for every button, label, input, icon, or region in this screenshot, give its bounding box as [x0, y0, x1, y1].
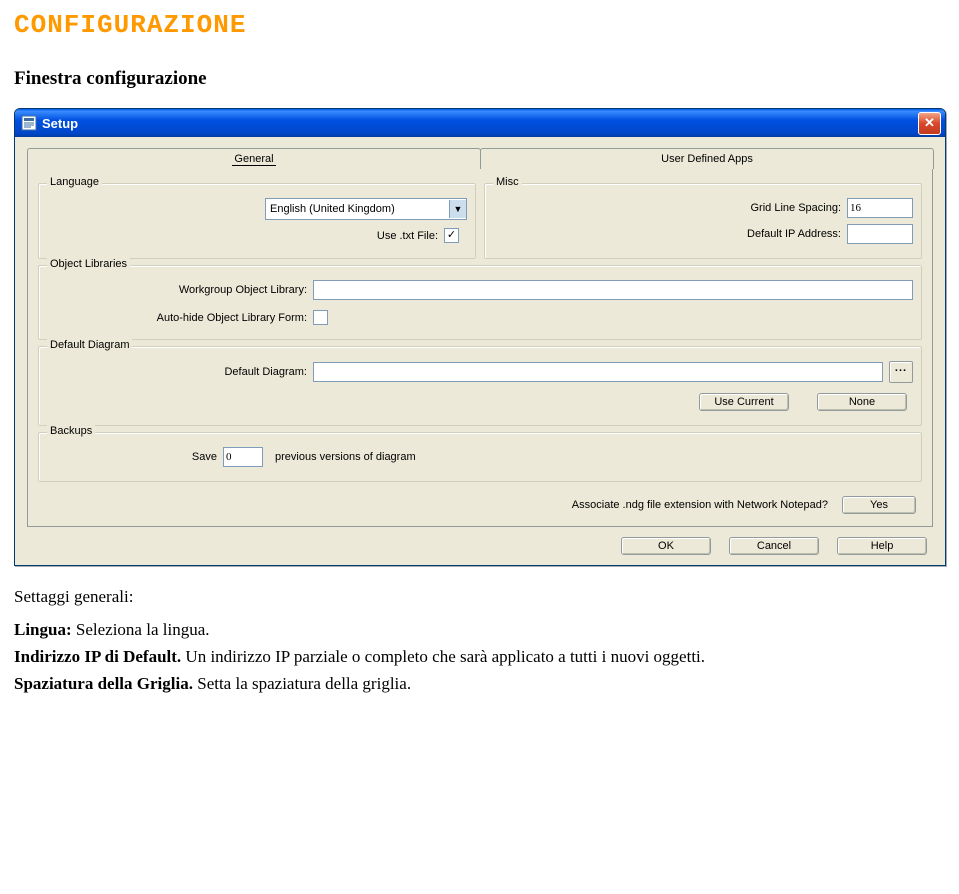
help-button[interactable]: Help [837, 537, 927, 555]
desc-line: Indirizzo IP di Default. Un indirizzo IP… [14, 646, 945, 669]
save-label: Save [47, 451, 223, 463]
close-icon[interactable]: ✕ [918, 112, 941, 135]
autohide-checkbox[interactable] [313, 310, 328, 325]
group-backups-label: Backups [47, 425, 95, 437]
group-object-libraries: Object Libraries Workgroup Object Librar… [38, 265, 922, 340]
language-dropdown[interactable]: English (United Kingdom) ▼ [265, 198, 467, 220]
tab-uda-label: User Defined Apps [661, 153, 753, 165]
yes-button[interactable]: Yes [842, 496, 916, 514]
workgroup-lib-label: Workgroup Object Library: [47, 284, 313, 296]
workgroup-lib-input[interactable] [313, 280, 913, 300]
grid-spacing-label: Grid Line Spacing: [493, 202, 847, 214]
autohide-label: Auto-hide Object Library Form: [47, 312, 313, 324]
desc-line: Spaziatura della Griglia. Setta la spazi… [14, 673, 945, 696]
none-button[interactable]: None [817, 393, 907, 411]
default-diagram-label: Default Diagram: [47, 366, 313, 378]
browse-button[interactable]: ... [889, 361, 913, 383]
tab-general[interactable]: General [27, 148, 481, 169]
group-backups: Backups Save previous versions of diagra… [38, 432, 922, 482]
page-title: CONFIGURAZIONE [14, 10, 945, 40]
use-txt-checkbox[interactable]: ✓ [444, 228, 459, 243]
group-misc-label: Misc [493, 176, 522, 188]
tab-general-label: General [232, 153, 275, 166]
save-versions-input[interactable] [223, 447, 263, 467]
group-misc: Misc Grid Line Spacing: Default IP Addre… [484, 183, 922, 259]
app-icon [21, 115, 37, 131]
use-txt-label: Use .txt File: [377, 230, 444, 242]
dialog-title: Setup [42, 116, 918, 131]
chevron-down-icon[interactable]: ▼ [449, 200, 466, 218]
group-default-diagram: Default Diagram Default Diagram: ... Use… [38, 346, 922, 426]
description-block: Settaggi generali: Lingua: Seleziona la … [14, 586, 945, 696]
group-defdiag-label: Default Diagram [47, 339, 132, 351]
tab-user-defined-apps[interactable]: User Defined Apps [480, 148, 934, 169]
group-language-label: Language [47, 176, 102, 188]
cancel-button[interactable]: Cancel [729, 537, 819, 555]
grid-spacing-input[interactable] [847, 198, 913, 218]
save-suffix: previous versions of diagram [263, 451, 416, 463]
language-value: English (United Kingdom) [266, 203, 449, 215]
desc-line: Lingua: Seleziona la lingua. [14, 619, 945, 642]
page-subtitle: Finestra configurazione [14, 68, 945, 90]
group-objlib-label: Object Libraries [47, 258, 130, 270]
ok-button[interactable]: OK [621, 537, 711, 555]
group-language: Language English (United Kingdom) ▼ Use … [38, 183, 476, 259]
default-ip-input[interactable] [847, 224, 913, 244]
associate-label: Associate .ndg file extension with Netwo… [572, 499, 828, 511]
desc-heading: Settaggi generali: [14, 586, 945, 609]
default-diagram-input[interactable] [313, 362, 883, 382]
setup-dialog: Setup ✕ General User Defined Apps Langua… [14, 108, 946, 566]
titlebar[interactable]: Setup ✕ [15, 109, 945, 137]
use-current-button[interactable]: Use Current [699, 393, 789, 411]
default-ip-label: Default IP Address: [493, 228, 847, 240]
